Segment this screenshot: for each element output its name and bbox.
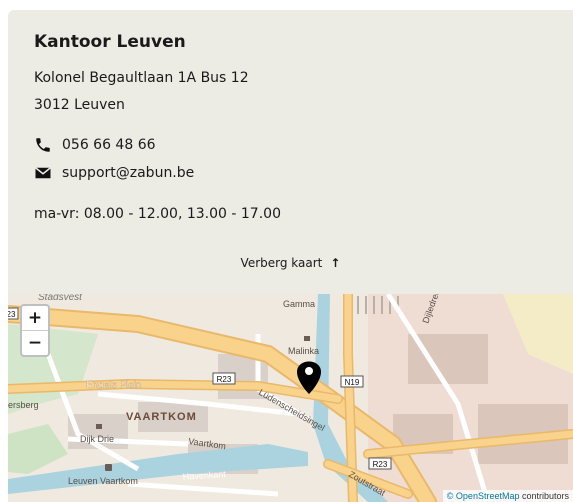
- zoom-in-button[interactable]: +: [22, 306, 48, 330]
- openstreetmap-link[interactable]: © OpenStreetMap: [447, 491, 520, 501]
- road-shield-r23-left: 23: [8, 310, 16, 319]
- attribution-text: contributors: [519, 491, 569, 501]
- train-station-icon: [105, 464, 112, 471]
- label-malinka: Malinka: [288, 346, 319, 356]
- road-shield-r23: R23: [217, 375, 232, 384]
- label-engels-plein: Engels Plein: [86, 380, 142, 391]
- arrow-up-icon: ↑: [330, 256, 341, 270]
- map-attribution: © OpenStreetMap contributors: [442, 490, 573, 502]
- shop-icon: [96, 424, 102, 429]
- office-info-card: Kantoor Leuven Kolonel Begaultlaan 1A Bu…: [8, 10, 573, 294]
- label-vaartkom-district: VAARTKOM: [126, 411, 197, 423]
- phone-icon: [36, 138, 50, 152]
- office-title: Kantoor Leuven: [34, 32, 186, 52]
- label-leuven-vaartkom: Leuven Vaartkom: [68, 476, 138, 486]
- opening-hours: ma-vr: 08.00 - 12.00, 13.00 - 17.00: [34, 206, 281, 222]
- map-tiles[interactable]: R23 N19 R23 23 Stadsvest Gamma Malinka E…: [8, 294, 573, 502]
- office-map[interactable]: R23 N19 R23 23 Stadsvest Gamma Malinka E…: [8, 294, 573, 502]
- road-shield-r23: R23: [373, 460, 388, 469]
- shop-icon: [304, 336, 310, 341]
- address-line-1: Kolonel Begaultlaan 1A Bus 12: [34, 70, 249, 86]
- label-gamma: Gamma: [283, 299, 315, 309]
- address-line-2: 3012 Leuven: [34, 97, 125, 113]
- email-address: support@zabun.be: [62, 165, 195, 181]
- phone-number: 056 66 48 66: [62, 137, 156, 153]
- label-stadsvest: Stadsvest: [38, 294, 83, 303]
- envelope-icon: [35, 167, 51, 179]
- road-shield-n19: N19: [345, 378, 360, 387]
- email-row[interactable]: support@zabun.be: [34, 164, 194, 182]
- label-dijk-drie: Dijk Drie: [80, 434, 114, 444]
- hide-map-toggle[interactable]: Verberg kaart ↑: [8, 256, 573, 270]
- hide-map-label: Verberg kaart: [240, 256, 323, 270]
- zoom-control: + −: [20, 304, 50, 357]
- label-ersberg: ersberg: [8, 400, 39, 410]
- zoom-out-button[interactable]: −: [22, 330, 48, 355]
- phone-row[interactable]: 056 66 48 66: [34, 136, 156, 154]
